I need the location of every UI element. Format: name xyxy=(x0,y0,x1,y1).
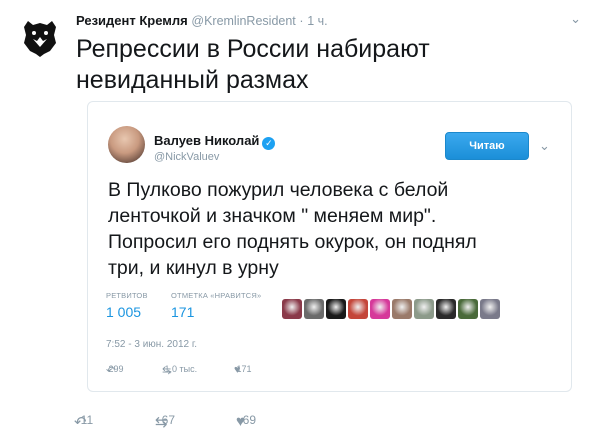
bear-logo-icon xyxy=(16,13,64,61)
likes-stat[interactable]: ОТМЕТКА «НРАВИТСЯ» 171 xyxy=(171,291,261,320)
author-handle[interactable]: @KremlinResident xyxy=(191,14,295,28)
quoted-text-line: Попросил его поднять окурок, он поднял xyxy=(108,231,477,253)
tweet-text-line: Репрессии в России набирают xyxy=(76,35,430,63)
chevron-down-icon[interactable]: ⌄ xyxy=(570,11,581,27)
liker-avatar[interactable] xyxy=(326,299,346,319)
like-action[interactable]: ♥ 69 xyxy=(236,413,256,430)
quoted-reply-count: 299 xyxy=(108,364,124,374)
quoted-like-action[interactable]: ♥ 171 xyxy=(234,364,252,376)
quoted-text-line: три, и кинул в урну xyxy=(108,257,279,279)
tweet-text-line: невиданный размах xyxy=(76,66,309,94)
quoted-retweet-action[interactable]: ⇆ 1,0 тыс. xyxy=(162,364,197,377)
liker-avatar[interactable] xyxy=(436,299,456,319)
quoted-author-handle[interactable]: @NickValuev xyxy=(154,151,219,163)
liker-avatar[interactable] xyxy=(392,299,412,319)
separator-dot: · xyxy=(299,14,304,28)
quoted-text-line: ленточкой и значком " меняем мир". xyxy=(108,205,437,227)
liker-avatar[interactable] xyxy=(458,299,478,319)
like-count: 69 xyxy=(242,413,257,427)
retweets-value: 1 005 xyxy=(106,304,142,320)
likes-value: 171 xyxy=(171,304,195,320)
author-name[interactable]: Резидент Кремля xyxy=(76,13,188,28)
quoted-text-line: В Пулково пожурил человека с белой xyxy=(108,179,449,201)
liker-avatar[interactable] xyxy=(348,299,368,319)
quoted-reply-action[interactable]: ↶ 299 xyxy=(106,364,124,377)
quoted-author-avatar[interactable] xyxy=(108,126,145,163)
quoted-tweet-text: В Пулково пожурил человека с белой ленто… xyxy=(108,177,553,281)
liker-avatar[interactable] xyxy=(480,299,500,319)
liker-avatar[interactable] xyxy=(304,299,324,319)
retweet-action[interactable]: ⇆ 67 xyxy=(155,413,175,431)
follow-button[interactable]: Читаю xyxy=(445,132,529,160)
quoted-author-name[interactable]: Валуев Николай xyxy=(154,133,259,148)
retweets-stat[interactable]: РЕТВИТОВ 1 005 xyxy=(106,291,148,320)
verified-badge-icon: ✓ xyxy=(262,137,276,150)
quoted-author-name-row[interactable]: Валуев Николай ✓ xyxy=(154,133,276,150)
quoted-like-count: 171 xyxy=(236,364,252,374)
chevron-down-icon[interactable]: ⌄ xyxy=(539,138,550,154)
liker-avatars xyxy=(282,299,500,319)
reply-count: 11 xyxy=(80,413,94,427)
quoted-tweet-date: 7:52 - 3 июн. 2012 г. xyxy=(106,339,198,350)
likes-label: ОТМЕТКА «НРАВИТСЯ» xyxy=(171,291,262,300)
retweets-label: РЕТВИТОВ xyxy=(106,291,148,300)
liker-avatar[interactable] xyxy=(282,299,302,319)
retweet-count: 67 xyxy=(161,413,176,427)
quoted-tweet-card[interactable]: Валуев Николай ✓ @NickValuev Читаю ⌄ В Пу… xyxy=(87,101,572,392)
tweet-header: Резидент Кремля @KremlinResident · 1 ч. xyxy=(76,13,328,28)
reply-action[interactable]: ↶ 11 xyxy=(74,413,93,431)
tweet: Резидент Кремля @KremlinResident · 1 ч. … xyxy=(0,0,599,435)
tweet-text: Репрессии в России набирают невиданный р… xyxy=(76,34,576,96)
liker-avatar[interactable] xyxy=(370,299,390,319)
author-avatar[interactable] xyxy=(16,13,64,61)
liker-avatar[interactable] xyxy=(414,299,434,319)
quoted-retweet-count: 1,0 тыс. xyxy=(164,364,198,374)
tweet-time[interactable]: 1 ч. xyxy=(307,14,327,28)
